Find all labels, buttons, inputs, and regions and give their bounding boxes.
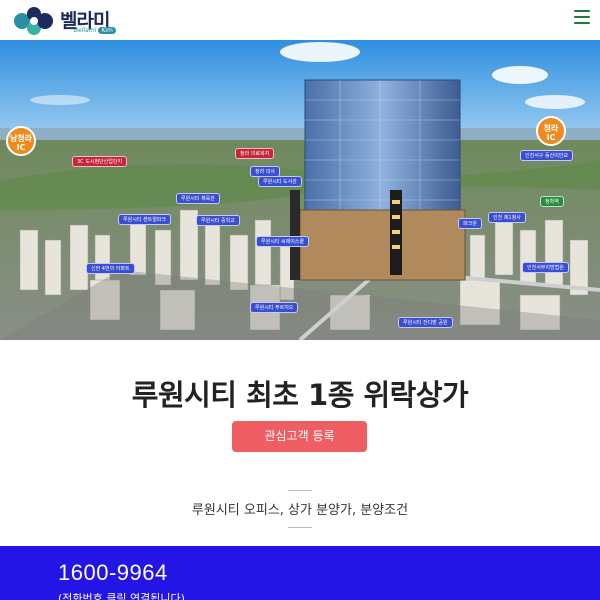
page-title: 루원시티 최초 1종 위락상가 [131,378,469,412]
map-tag: 청라 의료복지 [235,148,275,159]
map-tag: 루원시티 푸르지오 [250,302,299,313]
logo-mark-icon [14,7,53,35]
map-tag: 인천서구 동산이안교 [520,150,573,161]
map-tag: 루원시티 잔디밭 공원 [398,317,453,328]
map-tag: 루원시티 체육관 [176,193,220,204]
map-tag: 3C 도시첨단산업단지 [72,156,128,167]
map-tag: 인천 제1청사 [488,212,526,223]
brand-subtitle: Bellami Kim [74,27,116,34]
brand-logo[interactable]: 벨라미 Bellami Kim [12,5,122,37]
hamburger-menu-icon[interactable] [574,10,590,26]
map-tag: 인천서부지방법원 [522,262,569,273]
divider-top [288,490,312,491]
brand-pill: Kim [98,27,116,34]
divider-bottom [288,527,312,528]
register-interest-button[interactable]: 관심고객 등록 [232,421,367,452]
phone-number-link[interactable]: 1600-9964 [58,560,168,586]
ic-badge-left: 남청라 IC [6,126,36,156]
map-tag: 청학역 [540,196,564,207]
map-tag: 신한 4번의 아파트 [86,263,135,274]
site-header: 벨라미 Bellami Kim [0,0,600,40]
hero-aerial-image: 남청라 IC 청라 IC 3C 도시첨단산업단지 청라 의료복지 청라 의사 루원시… [0,40,600,340]
call-bar: 1600-9964 (전화번호 클릭 연결됩니다) [0,546,600,600]
map-tag: 루원시티 도서관 [258,176,302,187]
map-tag: 루원시티 센트럴파크 [118,214,171,225]
phone-note: (전화번호 클릭 연결됩니다) [58,592,185,600]
ic-badge-right: 청라 IC [536,116,566,146]
hero-illustration [0,40,600,340]
map-tag: 루원시티 중학교 [196,215,240,226]
map-tag: 루원시티 씨제이스쿨 [256,236,309,247]
map-tag: 파크원 [458,218,482,229]
section-subtitle: 루원시티 오피스, 상가 분양가, 분양조건 [191,503,409,518]
